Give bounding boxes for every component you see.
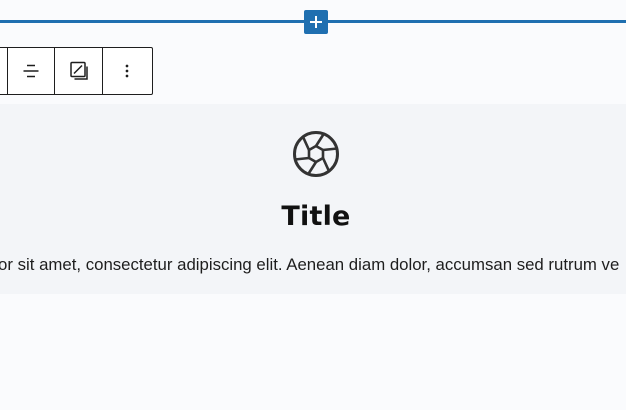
layout-button[interactable]	[54, 48, 102, 94]
feature-description[interactable]: olor sit amet, consectetur adipiscing el…	[0, 254, 626, 276]
block-toolbar	[0, 47, 153, 95]
feature-block[interactable]: Title olor sit amet, consectetur adipisc…	[0, 104, 626, 294]
justify-center-icon	[23, 64, 39, 78]
more-options-button[interactable]	[102, 48, 150, 94]
edit-image-icon	[69, 61, 88, 80]
plus-icon	[310, 16, 322, 28]
camera-aperture-icon	[293, 131, 339, 177]
block-inserter-button[interactable]	[304, 10, 328, 34]
vertical-ellipsis-icon	[125, 64, 128, 78]
feature-title[interactable]: Title	[0, 199, 626, 235]
toolbar-partial-button[interactable]	[0, 48, 7, 94]
align-button[interactable]	[7, 48, 54, 94]
block-editor-canvas: Title olor sit amet, consectetur adipisc…	[0, 0, 626, 410]
